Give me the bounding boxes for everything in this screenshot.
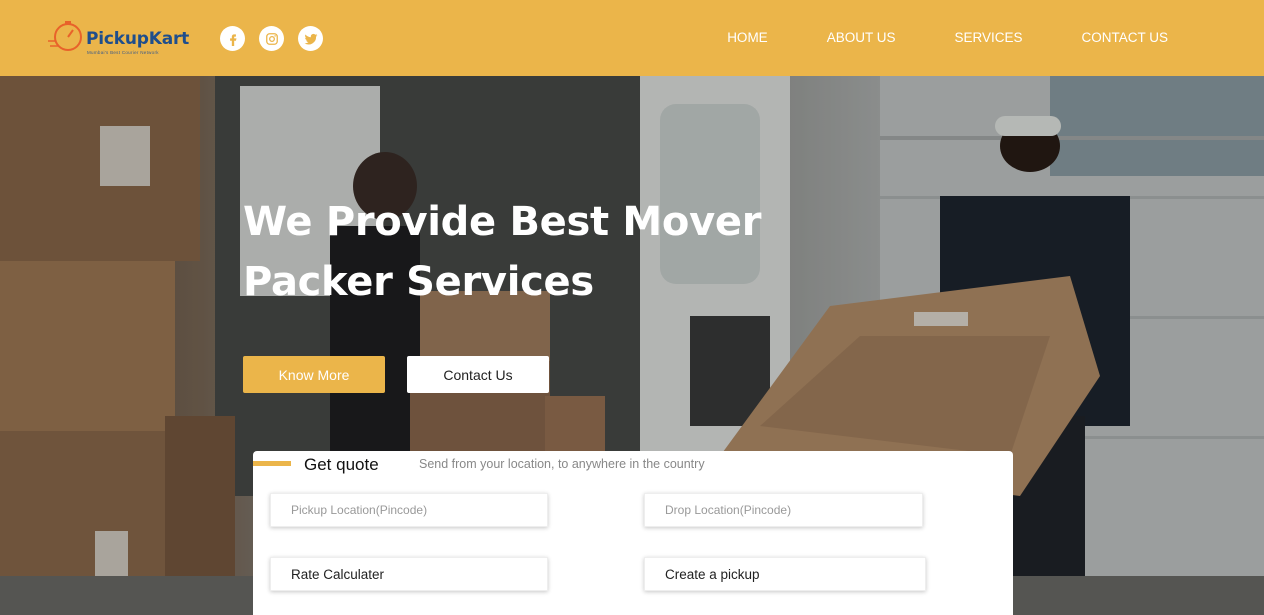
nav-home[interactable]: HOME [727, 30, 768, 45]
hero-title-line2: Packer Services [243, 259, 594, 305]
brand-name: PickupKart [86, 29, 190, 49]
logo-clock-icon [48, 21, 82, 51]
nav-services[interactable]: SERVICES [954, 30, 1022, 45]
twitter-icon [304, 33, 317, 44]
brand-tagline: Mumbai's Best Courier Network [87, 50, 159, 55]
brand-logo[interactable]: PickupKart Mumbai's Best Courier Network [46, 15, 196, 59]
nav-contact-us[interactable]: CONTACT US [1081, 30, 1168, 45]
social-links [220, 26, 323, 51]
twitter-link[interactable] [298, 26, 323, 51]
main-nav: HOME ABOUT US SERVICES CONTACT US [668, 30, 1168, 45]
pickup-pincode-input[interactable] [270, 493, 548, 527]
site-header: PickupKart Mumbai's Best Courier Network… [0, 0, 1264, 76]
quote-accent-bar [253, 461, 291, 466]
facebook-icon [229, 33, 236, 46]
nav-about-us[interactable]: ABOUT US [827, 30, 896, 45]
rate-calculator-button[interactable]: Rate Calculater [270, 557, 548, 591]
drop-pincode-input[interactable] [644, 493, 923, 527]
contact-us-button[interactable]: Contact Us [407, 356, 549, 393]
quote-title: Get quote [304, 455, 379, 474]
get-quote-card: Get quote Send from your location, to an… [253, 451, 1013, 615]
know-more-button[interactable]: Know More [243, 356, 385, 393]
create-pickup-button[interactable]: Create a pickup [644, 557, 926, 591]
instagram-icon [265, 32, 278, 45]
hero-title: We Provide Best Mover Packer Services [243, 192, 803, 312]
facebook-link[interactable] [220, 26, 245, 51]
quote-subtitle: Send from your location, to anywhere in … [419, 457, 705, 471]
instagram-link[interactable] [259, 26, 284, 51]
hero-title-line1: We Provide Best Mover [243, 199, 762, 245]
